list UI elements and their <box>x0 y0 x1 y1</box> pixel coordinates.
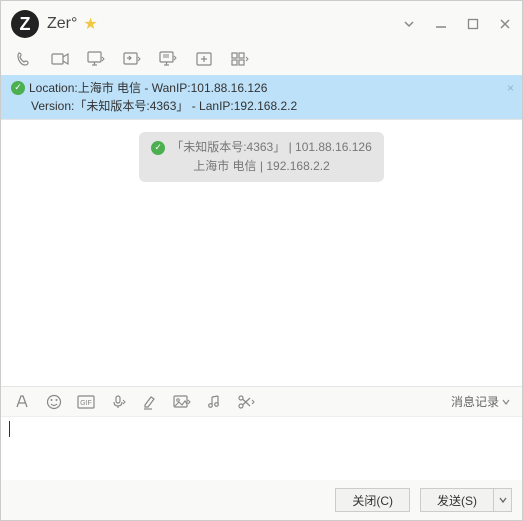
msg-location: 上海市 电信 <box>193 159 256 173</box>
presentation-icon[interactable] <box>159 51 177 67</box>
msg-wanip: 101.88.16.126 <box>295 140 372 154</box>
send-button[interactable]: 发送(S) <box>420 488 494 512</box>
avatar[interactable]: Z <box>11 10 39 38</box>
wanip-label: - WanIP: <box>141 81 191 95</box>
wanip-value: 101.88.16.126 <box>191 81 268 95</box>
lanip-label: - LanIP: <box>188 99 233 113</box>
emoji-icon[interactable] <box>45 394 63 410</box>
window-controls <box>402 17 512 31</box>
send-dropdown-button[interactable] <box>494 488 512 512</box>
avatar-letter: Z <box>20 14 31 35</box>
phone-icon[interactable] <box>15 51 33 67</box>
titlebar: Z Zer° ★ <box>1 1 522 47</box>
remote-control-icon[interactable] <box>123 51 141 67</box>
location-label: Location: <box>29 81 78 95</box>
version-value: 「未知版本号:4363」 <box>74 99 188 113</box>
notification-bar: ✓ Location:上海市 电信 - WanIP:101.88.16.126 … <box>1 75 522 119</box>
msg-version: 「未知版本号:4363」 <box>171 140 285 154</box>
svg-text:GIF: GIF <box>80 400 92 407</box>
location-value: 上海市 电信 <box>78 81 141 95</box>
chat-area: ✓ 「未知版本号:4363」 | 101.88.16.126 上海市 电信 | … <box>1 119 522 387</box>
contact-name: Zer° <box>47 15 77 33</box>
bottom-bar: 关闭(C) 发送(S) <box>1 480 522 520</box>
editor-toolbar: GIF 消息记录 <box>1 387 522 416</box>
msg-lanip: 192.168.2.2 <box>266 159 329 173</box>
gif-icon[interactable]: GIF <box>77 394 95 410</box>
music-icon[interactable] <box>205 394 223 410</box>
add-app-icon[interactable] <box>195 51 213 67</box>
video-icon[interactable] <box>51 51 69 67</box>
close-icon[interactable] <box>498 17 512 31</box>
maximize-icon[interactable] <box>466 17 480 31</box>
chat-window: Z Zer° ★ <box>0 0 523 521</box>
check-icon: ✓ <box>11 81 25 95</box>
version-label: Version: <box>31 99 74 113</box>
highlight-icon[interactable] <box>141 394 159 410</box>
image-icon[interactable] <box>173 394 191 410</box>
scissors-icon[interactable] <box>237 394 255 410</box>
message-history-link[interactable]: 消息记录 <box>451 393 510 410</box>
screen-share-icon[interactable] <box>87 51 105 67</box>
notification-close-icon[interactable]: × <box>507 79 514 97</box>
dropdown-icon[interactable] <box>402 17 416 31</box>
message-input[interactable] <box>1 416 522 480</box>
lanip-value: 192.168.2.2 <box>234 99 297 113</box>
voice-icon[interactable] <box>109 394 127 410</box>
font-icon[interactable] <box>13 394 31 410</box>
call-toolbar <box>1 47 522 75</box>
minimize-icon[interactable] <box>434 17 448 31</box>
text-cursor <box>9 421 10 437</box>
apps-grid-icon[interactable] <box>231 51 249 67</box>
check-icon: ✓ <box>151 141 165 155</box>
star-icon[interactable]: ★ <box>83 14 97 34</box>
close-button[interactable]: 关闭(C) <box>335 488 410 512</box>
system-message: ✓ 「未知版本号:4363」 | 101.88.16.126 上海市 电信 | … <box>139 132 384 182</box>
